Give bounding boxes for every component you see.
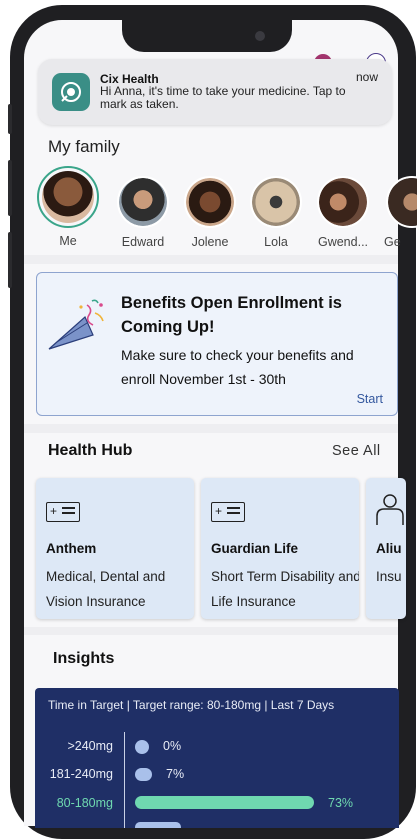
family-member-label: Me xyxy=(59,234,77,248)
avatar xyxy=(386,176,417,228)
party-horn-icon xyxy=(48,299,104,350)
phone-notch xyxy=(122,20,292,52)
range-bar xyxy=(135,768,152,781)
family-member-label: Gwend... xyxy=(317,235,369,249)
hub-card-description: Medical, Dental and Vision Insurance xyxy=(46,569,166,609)
family-member-label: Jolene xyxy=(191,235,229,249)
hub-card-description: Short Term Disability and Life Insurance xyxy=(211,569,359,609)
family-member-label: Ge xyxy=(384,235,401,249)
health-hub-card-partial[interactable]: Aliu Insu xyxy=(366,478,406,619)
family-member-label: Edward xyxy=(121,235,165,249)
app-logo-icon xyxy=(52,73,90,111)
range-label-target: 80-180mg xyxy=(56,796,113,810)
family-member-edward[interactable]: Edward xyxy=(113,176,173,249)
avatar xyxy=(37,166,99,228)
range-value: 7% xyxy=(166,767,185,781)
enrollment-card[interactable]: Benefits Open Enrollment is Coming Up! M… xyxy=(36,272,398,416)
avatar xyxy=(184,176,236,228)
volume-up-button xyxy=(8,160,12,216)
family-member-partial[interactable]: Ge xyxy=(380,176,417,256)
family-member-jolene[interactable]: Jolene xyxy=(180,176,240,249)
insurance-card-icon: + xyxy=(211,502,245,522)
family-member-label: Lola xyxy=(264,235,288,249)
section-divider xyxy=(24,627,398,635)
notification-message: Hi Anna, it's time to take your medicine… xyxy=(100,84,346,111)
health-hub-card-guardian-life[interactable]: + Guardian Life Short Term Disability an… xyxy=(201,478,359,619)
range-bar-target xyxy=(135,796,314,809)
family-member-gwendolyn[interactable]: Gwend... xyxy=(312,176,374,249)
my-family-title: My family xyxy=(48,137,120,156)
range-value-target: 73% xyxy=(328,796,354,810)
hub-card-name: Aliu xyxy=(376,541,402,556)
section-divider xyxy=(24,255,398,264)
section-divider xyxy=(24,424,398,433)
range-bar-partial xyxy=(135,822,181,828)
health-hub-card-anthem[interactable]: + Anthem Medical, Dental and Vision Insu… xyxy=(36,478,194,619)
avatar xyxy=(250,176,302,228)
avatar xyxy=(317,176,369,228)
person-icon xyxy=(376,494,404,525)
start-button[interactable]: Start xyxy=(357,392,383,406)
volume-down-button xyxy=(8,232,12,288)
side-button xyxy=(8,104,12,134)
notification-time: now xyxy=(355,70,378,84)
insurance-card-icon: + xyxy=(46,502,80,522)
insights-header: Time in Target | Target range: 80-180mg … xyxy=(48,698,335,712)
avatar xyxy=(117,176,169,228)
hub-card-name: Anthem xyxy=(46,541,97,556)
insights-title: Insights xyxy=(53,650,115,667)
range-bar xyxy=(135,740,149,754)
hub-card-name: Guardian Life xyxy=(211,541,299,556)
chart-axis xyxy=(124,732,125,828)
range-label: 181-240mg xyxy=(49,767,113,781)
time-in-target-panel[interactable]: Time in Target | Target range: 80-180mg … xyxy=(35,688,399,828)
hub-card-description: Insu xyxy=(376,569,402,584)
health-hub-title: Health Hub xyxy=(48,442,133,459)
enrollment-body: Make sure to check your benefits and enr… xyxy=(121,347,354,387)
camera-icon xyxy=(255,31,265,41)
push-notification[interactable]: Cix Health now Hi Anna, it's time to tak… xyxy=(38,59,392,125)
see-all-link[interactable]: See All xyxy=(332,443,381,459)
family-member-me[interactable]: Me xyxy=(37,166,99,248)
range-label: >240mg xyxy=(67,739,113,753)
family-member-lola[interactable]: Lola xyxy=(246,176,306,249)
enrollment-title: Benefits Open Enrollment is Coming Up! xyxy=(121,294,342,336)
range-value: 0% xyxy=(163,739,182,753)
